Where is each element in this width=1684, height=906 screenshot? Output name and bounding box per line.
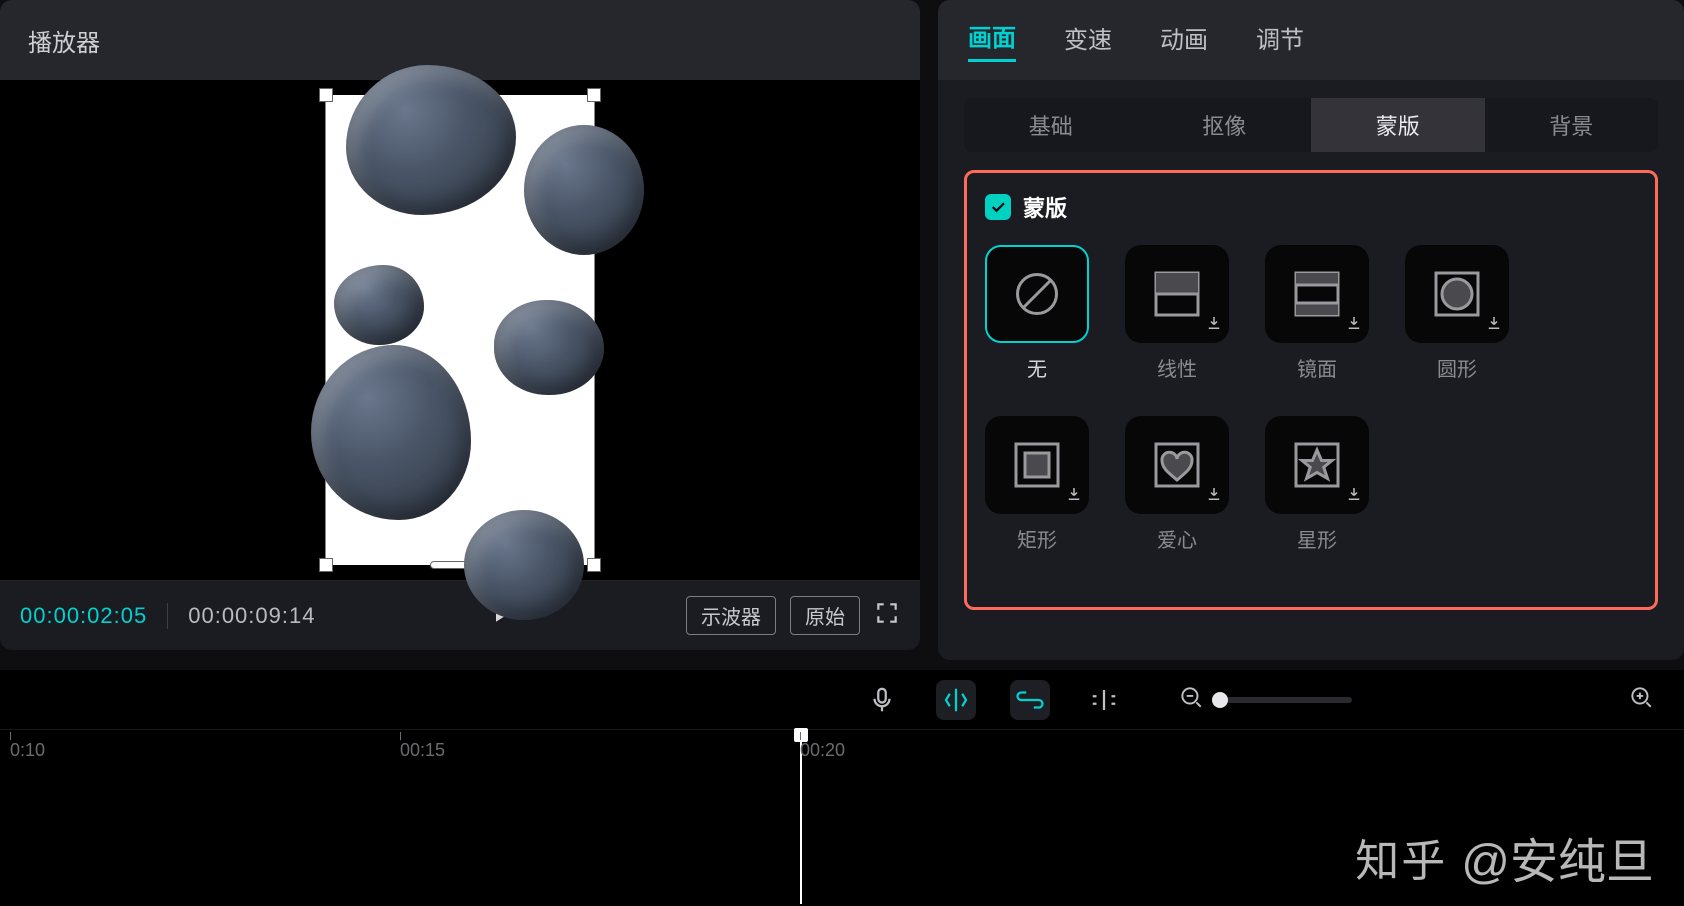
- blob-shape: [494, 300, 604, 395]
- tab-animation[interactable]: 动画: [1160, 20, 1208, 61]
- player-panel: 播放器 00:00:02:05 00:00:09:14: [0, 0, 920, 650]
- mask-option-mirror[interactable]: 镜面: [1261, 245, 1373, 382]
- mask-grid: 无 线性 镜面 圆形矩形 爱心 星形: [981, 245, 1641, 553]
- mask-option-circle[interactable]: 圆形: [1401, 245, 1513, 382]
- axis-icon: [1089, 685, 1119, 715]
- zoom-slider-thumb[interactable]: [1212, 692, 1228, 708]
- mask-option-star[interactable]: 星形: [1261, 416, 1373, 553]
- microphone-icon: [867, 685, 897, 715]
- timeline-area: 0:10 00:15 00:20 知乎 @安纯旦: [0, 670, 1684, 906]
- scope-button[interactable]: 示波器: [686, 596, 776, 635]
- resize-handle-tr[interactable]: [587, 88, 601, 102]
- link-icon: [1015, 685, 1045, 715]
- mask-thumb: [1265, 245, 1369, 343]
- picture-subtabs: 基础 抠像 蒙版 背景: [964, 98, 1658, 152]
- time-separator: [167, 603, 168, 629]
- mask-section-highlight: 蒙版 无 线性 镜面 圆形矩形 爱心 星形: [964, 170, 1658, 610]
- download-icon: [1485, 314, 1503, 337]
- mask-thumb: [1125, 416, 1229, 514]
- mask-thumb: [1405, 245, 1509, 343]
- mask-option-label: 爱心: [1157, 524, 1197, 553]
- mask-option-linear[interactable]: 线性: [1121, 245, 1233, 382]
- resize-handle-tl[interactable]: [319, 88, 333, 102]
- mask-thumb: [1265, 416, 1369, 514]
- player-controls: 00:00:02:05 00:00:09:14 示波器 原始: [0, 580, 920, 650]
- subtab-cutout[interactable]: 抠像: [1138, 98, 1312, 152]
- ruler-tick: 0:10: [10, 740, 45, 761]
- download-icon: [1205, 314, 1223, 337]
- mask-option-label: 矩形: [1017, 524, 1057, 553]
- mask-option-label: 无: [1027, 353, 1047, 382]
- ruler-tick: 00:15: [400, 740, 445, 761]
- subtab-mask[interactable]: 蒙版: [1311, 98, 1485, 152]
- zoom-in-button[interactable]: [1628, 684, 1654, 715]
- player-header: 播放器: [0, 0, 920, 80]
- preview-axis-button[interactable]: [1084, 680, 1124, 720]
- check-icon: [989, 198, 1007, 216]
- resize-handle-bl[interactable]: [319, 558, 333, 572]
- mask-option-heart[interactable]: 爱心: [1121, 416, 1233, 553]
- mask-enable-checkbox[interactable]: [985, 194, 1011, 220]
- mask-option-none[interactable]: 无: [981, 245, 1093, 382]
- preview-canvas[interactable]: [0, 80, 920, 580]
- mask-option-label: 圆形: [1437, 353, 1477, 382]
- record-voiceover-button[interactable]: [862, 680, 902, 720]
- mask-enable-label: 蒙版: [1023, 191, 1067, 223]
- fullscreen-button[interactable]: [874, 600, 900, 631]
- mask-thumb: [985, 245, 1089, 343]
- timeline-ruler[interactable]: 0:10 00:15 00:20: [0, 730, 1684, 774]
- download-icon: [1345, 485, 1363, 508]
- download-icon: [1345, 314, 1363, 337]
- watermark: 知乎 @安纯旦: [1355, 822, 1654, 892]
- subtab-basic[interactable]: 基础: [964, 98, 1138, 152]
- mask-thumb: [985, 416, 1089, 514]
- mask-option-label: 镜面: [1297, 353, 1337, 382]
- ruler-tick: 00:20: [800, 740, 845, 761]
- link-tracks-button[interactable]: [1010, 680, 1050, 720]
- auto-snap-button[interactable]: [936, 680, 976, 720]
- resize-handle-br[interactable]: [587, 558, 601, 572]
- download-icon: [1065, 485, 1083, 508]
- mask-option-label: 星形: [1297, 524, 1337, 553]
- zoom-in-icon: [1628, 684, 1654, 710]
- blob-shape: [346, 65, 516, 215]
- original-ratio-button[interactable]: 原始: [790, 596, 860, 635]
- download-icon: [1205, 485, 1223, 508]
- blob-shape: [311, 345, 471, 520]
- mask-option-label: 线性: [1157, 353, 1197, 382]
- properties-body: 基础 抠像 蒙版 背景 蒙版 无 线性 镜面 圆形矩形 爱心 星形: [938, 80, 1684, 660]
- blob-shape: [334, 265, 424, 345]
- blob-shape: [464, 510, 584, 620]
- snap-icon: [941, 685, 971, 715]
- tab-speed[interactable]: 变速: [1064, 20, 1112, 61]
- fullscreen-icon: [874, 600, 900, 626]
- mask-thumb: [1125, 245, 1229, 343]
- time-total: 00:00:09:14: [188, 603, 315, 629]
- zoom-out-icon: [1178, 684, 1204, 710]
- zoom-controls: [1178, 684, 1654, 715]
- zoom-slider[interactable]: [1212, 697, 1352, 703]
- zoom-out-button[interactable]: [1178, 684, 1204, 715]
- timeline-toolbar: [0, 670, 1684, 730]
- time-current: 00:00:02:05: [20, 603, 147, 629]
- properties-panel: 画面 变速 动画 调节 基础 抠像 蒙版 背景 蒙版 无 线性 镜面 圆形矩形 爱心 星形: [938, 0, 1684, 660]
- properties-tabs: 画面 变速 动画 调节: [938, 0, 1684, 80]
- player-title: 播放器: [28, 23, 100, 58]
- watermark-logo: 知乎: [1355, 825, 1447, 889]
- mask-option-rect[interactable]: 矩形: [981, 416, 1093, 553]
- mask-enable-row: 蒙版: [981, 191, 1641, 223]
- blob-shape: [524, 125, 644, 255]
- tab-adjust[interactable]: 调节: [1256, 20, 1304, 61]
- tab-picture[interactable]: 画面: [968, 18, 1016, 62]
- clip-frame[interactable]: [325, 95, 595, 565]
- watermark-text: @安纯旦: [1461, 822, 1654, 892]
- subtab-background[interactable]: 背景: [1485, 98, 1659, 152]
